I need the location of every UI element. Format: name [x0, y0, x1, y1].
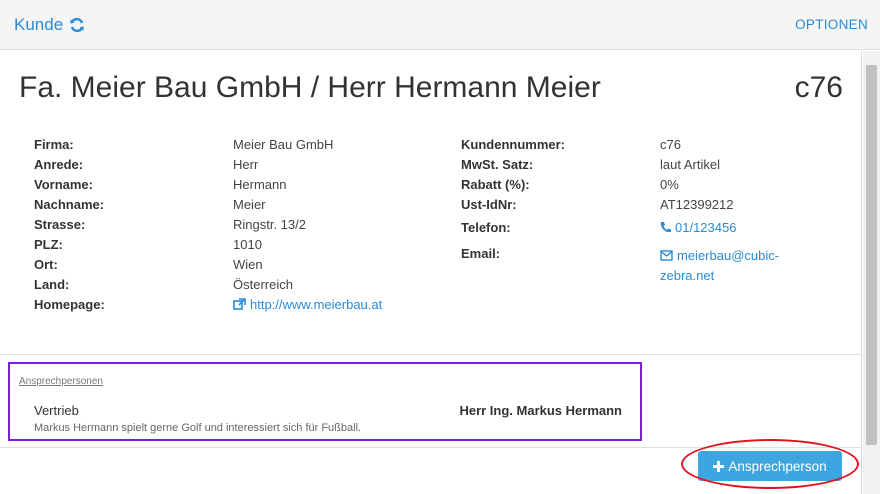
- ort-label: Ort:: [34, 257, 58, 272]
- customer-code: c76: [794, 71, 843, 104]
- email-link[interactable]: meierbau@cubic- zebra.net: [660, 246, 779, 286]
- scrollbar[interactable]: [863, 51, 880, 494]
- page-title: Kunde: [14, 15, 64, 34]
- divider: [0, 354, 862, 355]
- envelope-icon: [660, 250, 673, 261]
- telefon-link[interactable]: 01/123456: [660, 220, 736, 235]
- kunde-title[interactable]: Kunde: [14, 15, 85, 35]
- divider-bottom: [0, 447, 862, 448]
- telefon-text: 01/123456: [675, 220, 737, 235]
- add-contact-label: Ansprechperson: [728, 458, 827, 474]
- anrede-label: Anrede:: [34, 157, 84, 172]
- external-link-icon: [233, 298, 246, 310]
- plz-value: 1010: [233, 237, 262, 252]
- email-label: Email:: [461, 246, 501, 261]
- refresh-icon[interactable]: [69, 17, 85, 33]
- contacts-heading[interactable]: Ansprechpersonen: [19, 376, 103, 387]
- kundennummer-label: Kundennummer:: [461, 137, 565, 152]
- phone-icon: [660, 222, 671, 233]
- mwst-label: MwSt. Satz:: [461, 157, 534, 172]
- ustidnr-value: AT12399212: [660, 197, 734, 212]
- strasse-value: Ringstr. 13/2: [233, 217, 306, 232]
- kundennummer-value: c76: [660, 137, 681, 152]
- vorname-value: Hermann: [233, 177, 287, 192]
- contact-note: Markus Hermann spielt gerne Golf und int…: [34, 422, 362, 434]
- firma-label: Firma:: [34, 137, 74, 152]
- homepage-link[interactable]: http://www.meierbau.at: [233, 297, 382, 312]
- nachname-value: Meier: [233, 197, 266, 212]
- anrede-value: Herr: [233, 157, 259, 172]
- plz-label: PLZ:: [34, 237, 63, 252]
- email-text-line2: zebra.net: [660, 268, 715, 283]
- ort-value: Wien: [233, 257, 263, 272]
- land-value: Österreich: [233, 277, 293, 292]
- telefon-label: Telefon:: [461, 220, 511, 235]
- email-text-line1: meierbau@cubic-: [677, 248, 780, 263]
- top-bar: Kunde OPTIONEN: [0, 0, 880, 50]
- add-contact-button[interactable]: Ansprechperson: [698, 451, 842, 481]
- homepage-label: Homepage:: [34, 297, 105, 312]
- ustidnr-label: Ust-IdNr:: [461, 197, 517, 212]
- contacts-section: Ansprechpersonen Vertrieb Herr Ing. Mark…: [8, 362, 642, 441]
- contact-role: Vertrieb: [34, 403, 79, 418]
- rabatt-label: Rabatt (%):: [461, 177, 530, 192]
- mwst-value: laut Artikel: [660, 157, 720, 172]
- land-label: Land:: [34, 277, 70, 292]
- vorname-label: Vorname:: [34, 177, 93, 192]
- homepage-text: http://www.meierbau.at: [250, 297, 383, 312]
- contact-name[interactable]: Herr Ing. Markus Hermann: [459, 403, 622, 418]
- options-link[interactable]: OPTIONEN: [795, 17, 868, 32]
- strasse-label: Strasse:: [34, 217, 86, 232]
- firma-value: Meier Bau GmbH: [233, 137, 334, 152]
- rabatt-value: 0%: [660, 177, 679, 192]
- customer-name: Fa. Meier Bau GmbH / Herr Hermann Meier: [19, 71, 601, 104]
- scrollbar-thumb[interactable]: [866, 65, 877, 445]
- nachname-label: Nachname:: [34, 197, 105, 212]
- plus-icon: [713, 460, 725, 472]
